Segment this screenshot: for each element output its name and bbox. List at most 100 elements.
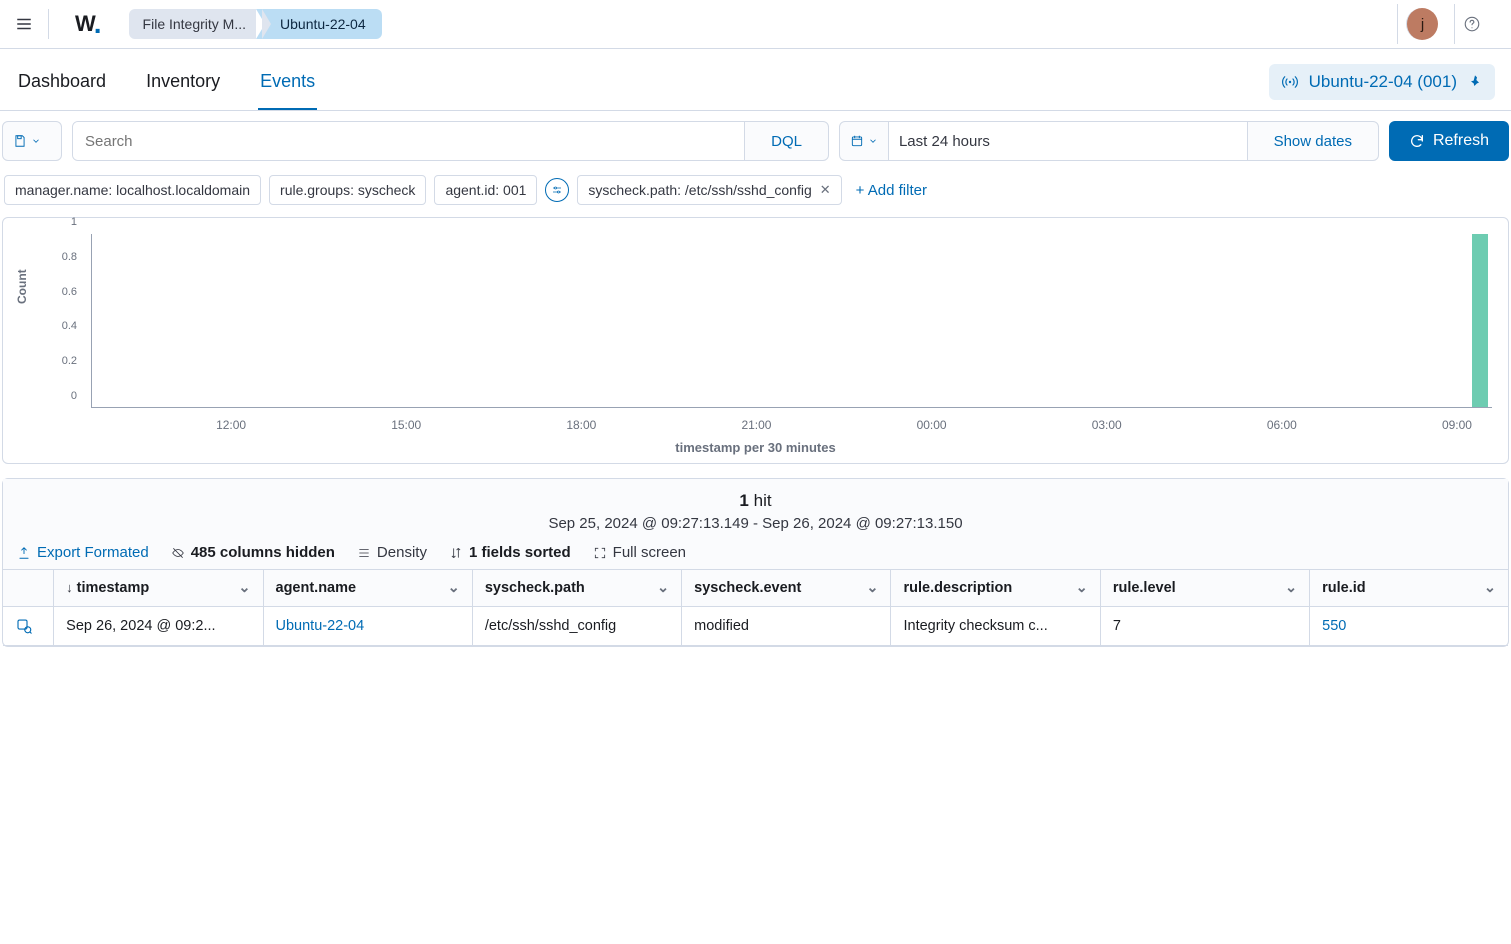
chart-plot-area[interactable] <box>91 234 1492 408</box>
cell-agent-name[interactable]: Ubuntu-22-04 <box>263 607 472 646</box>
tab-inventory[interactable]: Inventory <box>144 71 222 110</box>
hidden-columns-button[interactable]: 485 columns hidden <box>171 544 335 561</box>
expand-column-header <box>3 570 54 607</box>
column-header-rule-id[interactable]: rule.id⌄ <box>1310 570 1508 607</box>
results-panel: 1 hit Sep 25, 2024 @ 09:27:13.149 - Sep … <box>2 478 1509 647</box>
refresh-icon <box>1409 133 1425 149</box>
calendar-icon <box>850 134 864 148</box>
x-axis-label: timestamp per 30 minutes <box>11 440 1500 455</box>
broadcast-icon <box>1281 73 1299 91</box>
events-table: ↓timestamp⌄ agent.name⌄ syscheck.path⌄ s… <box>3 570 1508 646</box>
cell-rule-level: 7 <box>1100 607 1309 646</box>
table-row[interactable]: Sep 26, 2024 @ 09:2... Ubuntu-22-04 /etc… <box>3 607 1508 646</box>
breadcrumb-module[interactable]: File Integrity M... <box>129 9 262 39</box>
histogram-bar[interactable] <box>1472 234 1488 407</box>
filter-settings-button[interactable] <box>545 178 569 202</box>
x-axis-ticks: 12:00 15:00 18:00 21:00 00:00 03:00 06:0… <box>91 414 1492 434</box>
density-label: Density <box>377 544 427 561</box>
fullscreen-icon <box>593 546 607 560</box>
column-header-timestamp[interactable]: ↓timestamp⌄ <box>54 570 263 607</box>
top-bar: W. File Integrity M... Ubuntu-22-04 j <box>0 0 1511 49</box>
filter-chip-removable[interactable]: syscheck.path: /etc/ssh/sshd_config ✕ <box>577 175 841 205</box>
sort-label: 1 fields sorted <box>469 544 571 561</box>
tab-dashboard[interactable]: Dashboard <box>16 71 108 110</box>
y-axis-label: Count <box>15 269 29 304</box>
density-button[interactable]: Density <box>357 544 427 561</box>
time-range-picker: Last 24 hours Show dates <box>839 121 1379 161</box>
menu-toggle-button[interactable] <box>0 0 48 48</box>
inspect-icon <box>15 617 33 635</box>
divider <box>1397 4 1398 44</box>
page-tabs: Dashboard Inventory Events <box>16 49 317 110</box>
cell-syscheck-event: modified <box>682 607 891 646</box>
help-button[interactable] <box>1463 15 1499 33</box>
dql-toggle[interactable]: DQL <box>745 122 828 160</box>
breadcrumb-agent[interactable]: Ubuntu-22-04 <box>256 9 382 39</box>
histogram-panel: Count 0 0.2 0.4 0.6 0.8 1 12:00 15:00 18… <box>2 217 1509 464</box>
cell-rule-description: Integrity checksum c... <box>891 607 1100 646</box>
filter-chip[interactable]: agent.id: 001 <box>434 175 537 205</box>
column-header-rule-level[interactable]: rule.level⌄ <box>1100 570 1309 607</box>
chevron-down-icon <box>31 136 41 146</box>
hidden-columns-label: 485 columns hidden <box>191 544 335 561</box>
sort-button[interactable]: 1 fields sorted <box>449 544 571 561</box>
remove-filter-button[interactable]: ✕ <box>820 182 831 198</box>
table-header-row: ↓timestamp⌄ agent.name⌄ syscheck.path⌄ s… <box>3 570 1508 607</box>
filter-chip[interactable]: rule.groups: syscheck <box>269 175 426 205</box>
pin-button[interactable] <box>1467 74 1483 90</box>
search-input[interactable] <box>83 122 734 160</box>
expand-row-button[interactable] <box>3 607 54 646</box>
divider <box>48 9 49 39</box>
results-header: 1 hit Sep 25, 2024 @ 09:27:13.149 - Sep … <box>3 479 1508 536</box>
column-header-agent-name[interactable]: agent.name⌄ <box>263 570 472 607</box>
refresh-button[interactable]: Refresh <box>1389 121 1509 161</box>
search-toolbar: DQL Last 24 hours Show dates Refresh <box>0 111 1511 171</box>
hamburger-icon <box>15 15 33 33</box>
hits-count: 1 hit <box>3 491 1508 511</box>
saved-query-menu[interactable] <box>2 121 62 161</box>
user-avatar[interactable]: j <box>1406 8 1438 40</box>
export-label: Export Formated <box>37 544 149 561</box>
column-header-syscheck-path[interactable]: syscheck.path⌄ <box>472 570 681 607</box>
export-icon <box>17 546 31 560</box>
time-range-text: Last 24 hours <box>899 133 990 150</box>
show-dates-button[interactable]: Show dates <box>1248 122 1378 160</box>
results-time-range: Sep 25, 2024 @ 09:27:13.149 - Sep 26, 20… <box>3 515 1508 532</box>
pin-icon <box>1467 74 1483 90</box>
filter-bar: manager.name: localhost.localdomain rule… <box>0 171 1511 217</box>
save-icon <box>13 134 27 148</box>
chevron-down-icon <box>868 136 878 146</box>
cell-rule-id[interactable]: 550 <box>1310 607 1508 646</box>
agent-badge-label: Ubuntu-22-04 (001) <box>1309 72 1457 92</box>
date-quick-menu[interactable] <box>840 122 889 160</box>
dql-label: DQL <box>755 133 818 150</box>
time-range-display[interactable]: Last 24 hours <box>889 122 1248 160</box>
help-icon <box>1463 15 1481 33</box>
search-box: DQL <box>72 121 829 161</box>
cell-timestamp: Sep 26, 2024 @ 09:2... <box>54 607 263 646</box>
sliders-icon <box>551 184 563 196</box>
cell-syscheck-path: /etc/ssh/sshd_config <box>472 607 681 646</box>
page-header: Dashboard Inventory Events Ubuntu-22-04 … <box>0 49 1511 111</box>
results-toolbar: Export Formated 485 columns hidden Densi… <box>3 536 1508 570</box>
app-logo[interactable]: W. <box>57 11 119 37</box>
export-button[interactable]: Export Formated <box>17 544 149 561</box>
column-header-syscheck-event[interactable]: syscheck.event⌄ <box>682 570 891 607</box>
breadcrumbs: File Integrity M... Ubuntu-22-04 <box>129 9 382 39</box>
add-filter-button[interactable]: + Add filter <box>850 182 927 199</box>
sort-icon <box>449 546 463 560</box>
fullscreen-label: Full screen <box>613 544 686 561</box>
column-header-rule-description[interactable]: rule.description⌄ <box>891 570 1100 607</box>
filter-chip[interactable]: manager.name: localhost.localdomain <box>4 175 261 205</box>
divider <box>1454 4 1455 44</box>
eye-off-icon <box>171 546 185 560</box>
tab-events[interactable]: Events <box>258 71 317 110</box>
y-axis-ticks: 0 0.2 0.4 0.6 0.8 1 <box>47 234 87 408</box>
fullscreen-button[interactable]: Full screen <box>593 544 686 561</box>
refresh-label: Refresh <box>1433 132 1489 150</box>
agent-badge[interactable]: Ubuntu-22-04 (001) <box>1269 64 1495 100</box>
show-dates-label: Show dates <box>1258 133 1368 150</box>
search-input-wrapper <box>73 122 745 160</box>
filter-chip-label: syscheck.path: /etc/ssh/sshd_config <box>588 182 811 198</box>
density-icon <box>357 546 371 560</box>
